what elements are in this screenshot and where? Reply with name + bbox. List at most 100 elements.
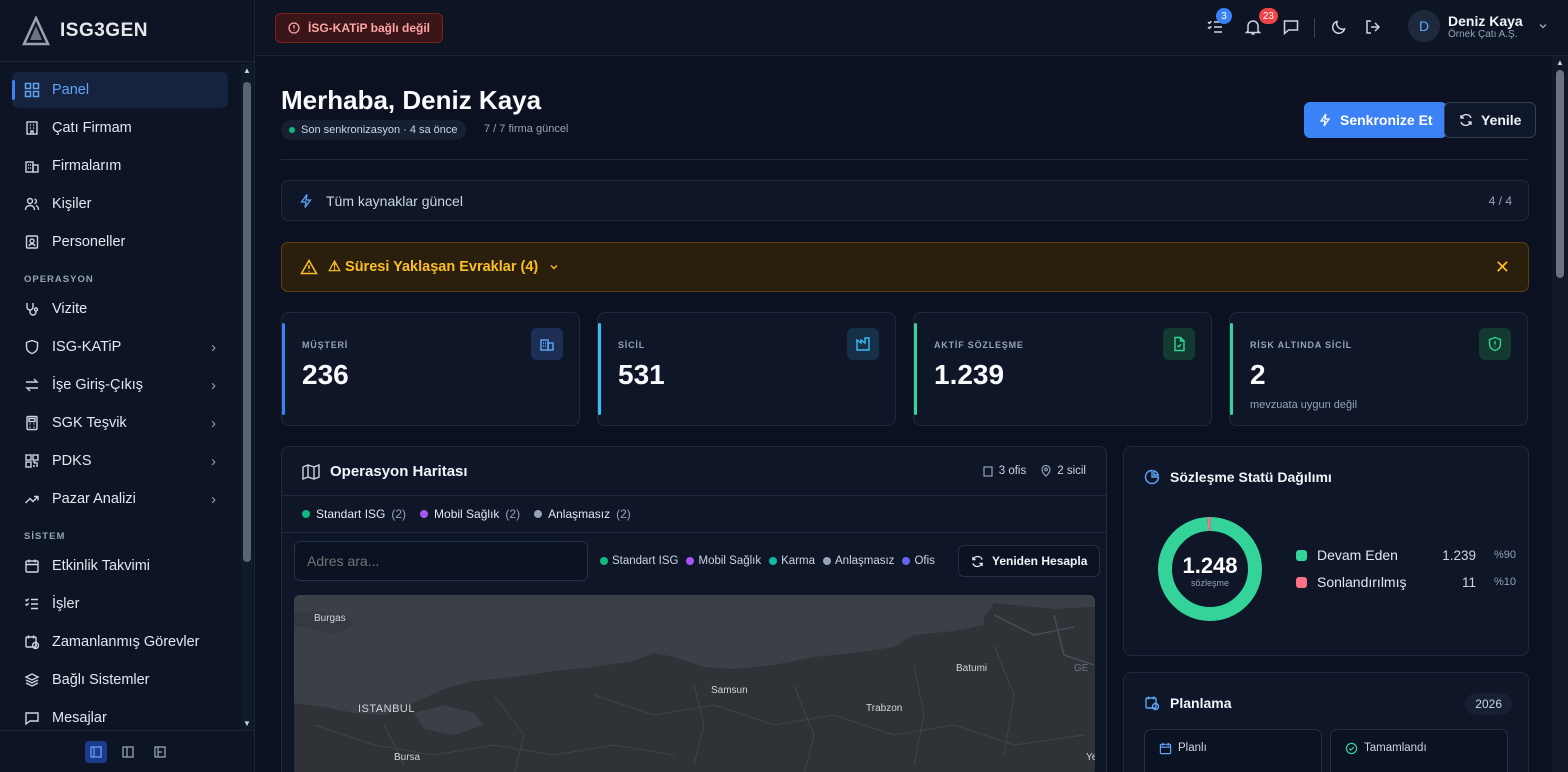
close-icon[interactable]: ✕ bbox=[1495, 257, 1510, 278]
sidebar-item-firmalarim[interactable]: Firmalarım bbox=[12, 148, 228, 184]
status-value: 11 bbox=[1461, 574, 1476, 590]
legend-label: Anlaşmasız bbox=[548, 507, 611, 521]
status-label: Sonlandırılmış bbox=[1317, 574, 1407, 590]
messages-button[interactable] bbox=[1282, 18, 1302, 38]
kpi-card-musteri[interactable]: MÜŞTERİ 236 bbox=[281, 312, 580, 426]
sidebar-item-personeller[interactable]: Personeller bbox=[12, 224, 228, 260]
sidebar-item-label: Bağlı Sistemler bbox=[52, 672, 150, 688]
sidebar-item-ise-giris-cikis[interactable]: İşe Giriş-Çıkış › bbox=[12, 367, 228, 403]
scroll-up-icon[interactable]: ▲ bbox=[1556, 58, 1564, 67]
sidebar-item-pazar-analizi[interactable]: Pazar Analizi › bbox=[12, 481, 228, 517]
sidebar-item-panel[interactable]: Panel bbox=[12, 72, 228, 108]
sidebar-item-isler[interactable]: İşler bbox=[12, 586, 228, 622]
logout-button[interactable] bbox=[1364, 18, 1384, 38]
shield-alert-icon bbox=[1479, 328, 1511, 360]
status-dot bbox=[289, 127, 295, 133]
map-view[interactable]: Burgas Batumi GE Samsun ISTANBUL Trabzon… bbox=[294, 595, 1095, 772]
recalculate-button-label: Yeniden Hesapla bbox=[992, 554, 1088, 568]
legend-item[interactable]: Anlaşmasız (2) bbox=[534, 507, 631, 521]
sidebar-item-isg-katip[interactable]: ISG-KATiP › bbox=[12, 329, 228, 365]
notifications-button[interactable]: 23 bbox=[1244, 8, 1278, 38]
theme-toggle-button[interactable] bbox=[1330, 18, 1350, 38]
chevron-right-icon: › bbox=[211, 452, 216, 470]
user-menu[interactable]: D Deniz Kaya Örnek Çatı A.Ş. bbox=[1408, 10, 1549, 42]
sidebar-scrollbar[interactable]: ▲ ▼ bbox=[241, 64, 253, 730]
legend-label: Standart ISG bbox=[316, 507, 386, 521]
sidebar-scroll-thumb[interactable] bbox=[243, 82, 251, 562]
chevron-down-icon[interactable] bbox=[548, 261, 560, 273]
brand[interactable]: ISG3GEN bbox=[0, 0, 254, 62]
layers-icon bbox=[24, 673, 40, 687]
chevron-down-icon bbox=[1539, 24, 1547, 29]
sync-status-pill: Son senkronizasyon · 4 sa önce bbox=[281, 120, 466, 140]
planning-title: Planlama bbox=[1144, 695, 1231, 711]
kpi-card-aktif-sozlesme[interactable]: AKTİF SÖZLEŞME 1.239 bbox=[913, 312, 1212, 426]
planning-card-completed[interactable]: Tamamlandı bbox=[1330, 729, 1508, 772]
sidebar-item-label: ISG-KATiP bbox=[52, 339, 122, 355]
layout-wide-icon[interactable] bbox=[149, 741, 171, 763]
map-city-label: ISTANBUL bbox=[358, 703, 415, 715]
scroll-down-icon[interactable]: ▼ bbox=[243, 719, 251, 728]
calendar-icon bbox=[25, 559, 39, 573]
sidebar-item-etkinlik-takvimi[interactable]: Etkinlik Takvimi bbox=[12, 548, 228, 584]
divider bbox=[281, 159, 1528, 160]
legend-dot bbox=[302, 510, 310, 518]
brand-name: ISG3GEN bbox=[60, 19, 148, 41]
legend-swatch bbox=[1296, 549, 1307, 561]
kpi-value: 236 bbox=[302, 359, 349, 390]
status-label: Devam Eden bbox=[1317, 547, 1398, 563]
refresh-button[interactable]: Yenile bbox=[1444, 102, 1537, 138]
kpi-card-risk-altinda-sicil[interactable]: RİSK ALTINDA SİCİL 2 mevzuata uygun deği… bbox=[1229, 312, 1528, 426]
legend-item[interactable]: Mobil Sağlık (2) bbox=[420, 507, 520, 521]
page-scrollbar[interactable]: ▲ bbox=[1552, 56, 1568, 772]
map-city-label: Burgas bbox=[314, 613, 346, 624]
layout-sidebar-icon[interactable] bbox=[117, 741, 139, 763]
address-search-input[interactable] bbox=[294, 541, 588, 581]
clock-calendar-icon bbox=[25, 635, 40, 650]
check-circle-icon bbox=[1345, 742, 1358, 755]
layout-compact-icon[interactable] bbox=[84, 740, 107, 763]
map-city-label: Samsun bbox=[711, 685, 748, 696]
map-city-label: Batumi bbox=[956, 663, 988, 674]
refresh-icon bbox=[1460, 113, 1472, 127]
tasks-button[interactable]: 3 bbox=[1206, 8, 1232, 38]
legend-count: (2) bbox=[505, 507, 521, 521]
sidebar-item-vizite[interactable]: Vizite bbox=[12, 291, 228, 327]
moon-icon bbox=[1332, 20, 1346, 34]
alert-circle-icon bbox=[288, 22, 300, 34]
users-icon bbox=[24, 197, 40, 211]
sidebar-item-mesajlar[interactable]: Mesajlar bbox=[12, 700, 228, 730]
calculator-icon bbox=[26, 415, 38, 431]
recalculate-button[interactable]: Yeniden Hesapla bbox=[958, 545, 1101, 577]
sidebar-item-bagli-sistemler[interactable]: Bağlı Sistemler bbox=[12, 662, 228, 698]
contract-donut-chart: 1.248 sözleşme bbox=[1156, 515, 1264, 623]
topbar: İSG-KATiP bağlı değil 3 23 D Deniz Kaya … bbox=[256, 0, 1568, 56]
sidebar: ISG3GEN Panel Çatı Firmam Firmalarım Kiş… bbox=[0, 0, 255, 772]
section-sistem: SİSTEM bbox=[24, 531, 66, 542]
main-content: Merhaba, Deniz Kaya Son senkronizasyon ·… bbox=[256, 56, 1552, 772]
sidebar-item-pdks[interactable]: PDKS › bbox=[12, 443, 228, 479]
sidebar-item-cati-firmam[interactable]: Çatı Firmam bbox=[12, 110, 228, 146]
offices-count: 3 ofis bbox=[998, 465, 1027, 477]
year-badge[interactable]: 2026 bbox=[1465, 693, 1512, 715]
lightning-icon bbox=[300, 193, 312, 208]
katip-status-badge[interactable]: İSG-KATiP bağlı değil bbox=[275, 13, 444, 43]
sidebar-item-sgk-tesvik[interactable]: SGK Teşvik › bbox=[12, 405, 228, 441]
legend-item[interactable]: Standart ISG (2) bbox=[302, 507, 406, 521]
sidebar-item-label: İşe Giriş-Çıkış bbox=[52, 377, 144, 393]
map-legend-item: Anlaşmasız bbox=[823, 555, 894, 567]
kpi-card-sicil[interactable]: SİCİL 531 bbox=[597, 312, 896, 426]
sources-status-bar[interactable]: Tüm kaynaklar güncel 4 / 4 bbox=[281, 180, 1529, 221]
sidebar-item-zamanlanmis-gorevler[interactable]: Zamanlanmış Görevler bbox=[12, 624, 228, 660]
sidebar-item-label: Pazar Analizi bbox=[52, 491, 136, 507]
calendar-clock-icon bbox=[1145, 696, 1160, 711]
shield-icon bbox=[25, 339, 39, 355]
sidebar-item-kisiler[interactable]: Kişiler bbox=[12, 186, 228, 222]
page-scroll-thumb[interactable] bbox=[1556, 70, 1564, 278]
planning-card-planned[interactable]: Planlı bbox=[1144, 729, 1322, 772]
expiring-documents-alert[interactable]: ⚠ Süresi Yaklaşan Evraklar (4) ✕ bbox=[281, 242, 1529, 292]
sync-button[interactable]: Senkronize Et bbox=[1304, 102, 1447, 138]
factory-icon bbox=[847, 328, 879, 360]
scroll-up-icon[interactable]: ▲ bbox=[243, 66, 251, 75]
operation-map-title-text: Operasyon Haritası bbox=[330, 463, 468, 480]
